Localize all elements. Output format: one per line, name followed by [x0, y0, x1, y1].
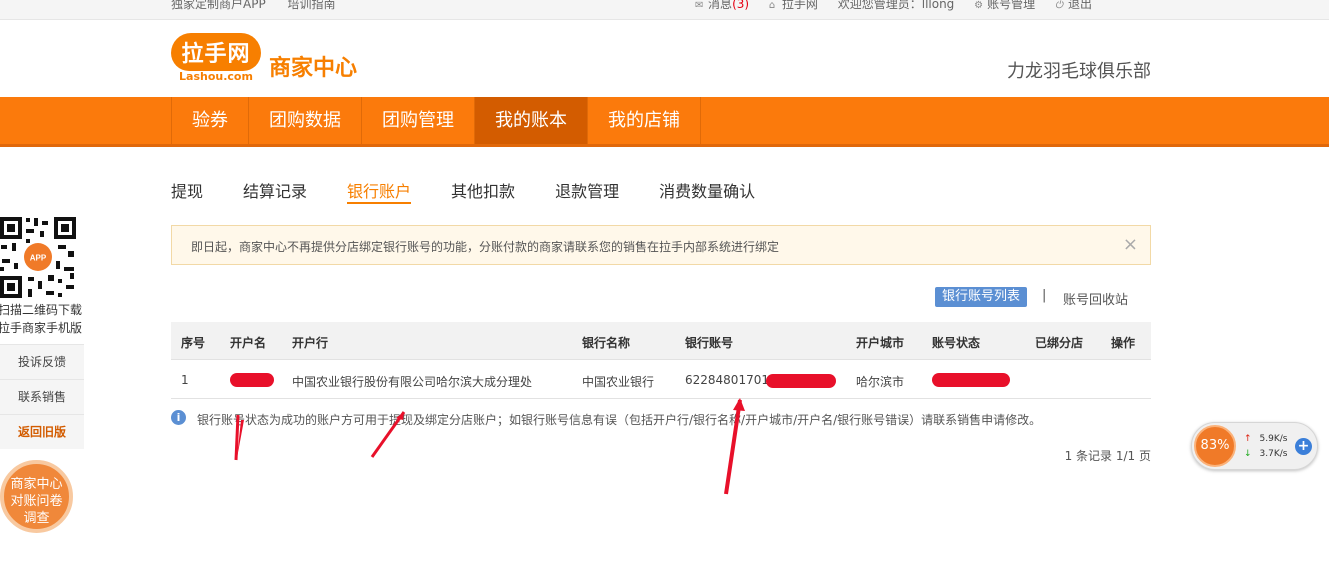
download-speed-value: 3.7K/s [1259, 449, 1288, 459]
welcome-text: 欢迎您管理员：lllong [837, 0, 955, 11]
upload-arrow-icon: ↑ [1244, 434, 1252, 444]
contact-sales-link[interactable]: 联系销售 [0, 379, 84, 414]
table-header: 序号 开户名 开户行 银行名称 银行账号 开户城市 账号状态 已绑分店 操作 [171, 322, 1151, 360]
messages-count: (3) [732, 0, 750, 11]
bank-account-list-button[interactable]: 银行账号列表 [935, 287, 1028, 307]
survey-line-3: 调查 [23, 511, 50, 526]
col-city: 开户城市 [856, 336, 905, 350]
tab-refund-management[interactable]: 退款管理 [555, 178, 619, 204]
qr-app-badge: APP [30, 254, 47, 263]
col-account-no: 银行账号 [685, 336, 734, 350]
back-to-old-version-link[interactable]: 返回旧版 [0, 414, 84, 449]
account-settings-link[interactable]: ⚙ 账号管理 [974, 0, 1035, 11]
cell-bank-name: 中国农业银行 [582, 375, 655, 389]
lashou-logo[interactable]: 拉手网 Lashou.com [171, 33, 261, 83]
messages-link[interactable]: ✉ 消息(3) [695, 0, 749, 11]
survey-line-2: 对账问卷 [10, 494, 63, 509]
survey-line-1: 商家中心 [10, 477, 63, 492]
network-speed-widget[interactable]: 83% ↑ 5.9K/s ↓ 3.7K/s + [1191, 422, 1318, 470]
logo-text-en: Lashou.com [179, 70, 253, 83]
nav-item-group-manage[interactable]: 团购管理 [362, 97, 475, 144]
download-arrow-icon: ↓ [1244, 449, 1252, 459]
account-recycle-bin-link[interactable]: 账号回收站 [1063, 289, 1128, 308]
col-account-name: 开户名 [230, 336, 267, 350]
close-icon[interactable]: × [1123, 234, 1138, 255]
cell-bank-branch: 中国农业银行股份有限公司哈尔滨大成分理处 [292, 375, 533, 389]
tab-withdraw[interactable]: 提现 [171, 178, 203, 204]
power-icon: ⏻ [1054, 0, 1063, 11]
info-text: 银行账号状态为成功的账户方可用于提现及绑定分店账户；如银行账号信息有误（包括开户… [197, 413, 1042, 427]
reconciliation-survey-badge[interactable]: 商家中心 对账问卷 调查 [0, 460, 73, 533]
logo-text-cn: 拉手网 [181, 42, 251, 67]
list-separator: | [1042, 288, 1047, 303]
nav-item-group-data[interactable]: 团购数据 [249, 97, 362, 144]
nav-item-my-ledger[interactable]: 我的账本 [475, 97, 588, 144]
qr-caption-line-1: 扫描二维码下载 [0, 303, 82, 317]
cell-city: 哈尔滨市 [856, 375, 905, 389]
merchant-center-title: 商家中心 [269, 56, 358, 81]
top-bar-right: ✉ 消息(3) ⌂ 拉手网 欢迎您管理员：lllong ⚙ 账号管理 ⏻ 退出 [679, 0, 1092, 12]
col-bank-name: 银行名称 [582, 336, 631, 350]
qr-code-icon: APP [0, 215, 78, 300]
table-row: 1 中国农业银行股份有限公司哈尔滨大成分理处 中国农业银行 6228480170… [171, 360, 1151, 399]
col-actions: 操作 [1111, 336, 1136, 350]
top-bar-left: 独家定制商户APP 培训指南 [171, 0, 354, 12]
memory-usage-percent: 83% [1194, 425, 1236, 467]
main-nav: 验券 团购数据 团购管理 我的账本 我的店铺 [0, 97, 1329, 147]
download-speed: ↓ 3.7K/s [1244, 449, 1287, 459]
notice-banner: 即日起，商家中心不再提供分店绑定银行账号的功能，分账付款的商家请联系您的销售在拉… [171, 225, 1151, 265]
pagination-summary: 1 条记录 1/1 页 [1064, 449, 1151, 463]
tab-bank-accounts[interactable]: 银行账户 [347, 178, 412, 204]
home-icon: ⌂ [768, 0, 776, 11]
col-bound-stores: 已绑分店 [1035, 336, 1084, 350]
tab-settlement-records[interactable]: 结算记录 [243, 178, 307, 204]
col-bank-branch: 开户行 [292, 336, 329, 350]
messages-label: 消息 [708, 0, 733, 11]
nav-item-verify[interactable]: 验券 [172, 97, 249, 144]
info-icon: i [171, 410, 186, 425]
tab-other-deductions[interactable]: 其他扣款 [451, 178, 515, 204]
gear-icon: ⚙ [974, 0, 984, 11]
mail-icon: ✉ [695, 0, 704, 11]
redaction-mark-account-name [230, 373, 274, 387]
site-home-label: 拉手网 [781, 0, 818, 11]
merchant-app-link[interactable]: 独家定制商户APP [171, 0, 266, 11]
col-index: 序号 [181, 336, 206, 350]
redaction-mark-status [932, 373, 1010, 387]
upload-speed: ↑ 5.9K/s [1244, 434, 1287, 444]
annotation-arrows [234, 398, 745, 495]
qr-caption: 扫描二维码下载 拉手商家手机版 [0, 301, 84, 337]
cell-account-no: 62284801701 [685, 373, 769, 387]
shop-name: 力龙羽毛球俱乐部 [1007, 61, 1151, 82]
ledger-subtabs: 提现 结算记录 银行账户 其他扣款 退款管理 消费数量确认 [171, 178, 795, 204]
tab-consumption-confirm[interactable]: 消费数量确认 [659, 178, 755, 204]
plus-icon[interactable]: + [1295, 438, 1312, 455]
logout-label: 退出 [1067, 0, 1092, 11]
top-bar: 独家定制商户APP 培训指南 ✉ 消息(3) ⌂ 拉手网 欢迎您管理员：lllong… [0, 0, 1329, 20]
upload-speed-value: 5.9K/s [1259, 434, 1288, 444]
training-guide-link[interactable]: 培训指南 [288, 0, 336, 11]
qr-caption-line-2: 拉手商家手机版 [0, 321, 82, 335]
site-home-link[interactable]: ⌂ 拉手网 [769, 0, 818, 11]
col-status: 账号状态 [932, 336, 981, 350]
notice-text: 即日起，商家中心不再提供分店绑定银行账号的功能，分账付款的商家请联系您的销售在拉… [191, 240, 780, 254]
logout-link[interactable]: ⏻ 退出 [1055, 0, 1092, 11]
nav-item-my-store[interactable]: 我的店铺 [588, 97, 701, 144]
account-settings-label: 账号管理 [987, 0, 1036, 11]
cell-index: 1 [181, 373, 189, 387]
main-nav-items: 验券 团购数据 团购管理 我的账本 我的店铺 [171, 97, 701, 144]
complaint-feedback-link[interactable]: 投诉反馈 [0, 344, 84, 379]
redaction-mark-account-no [766, 374, 836, 388]
